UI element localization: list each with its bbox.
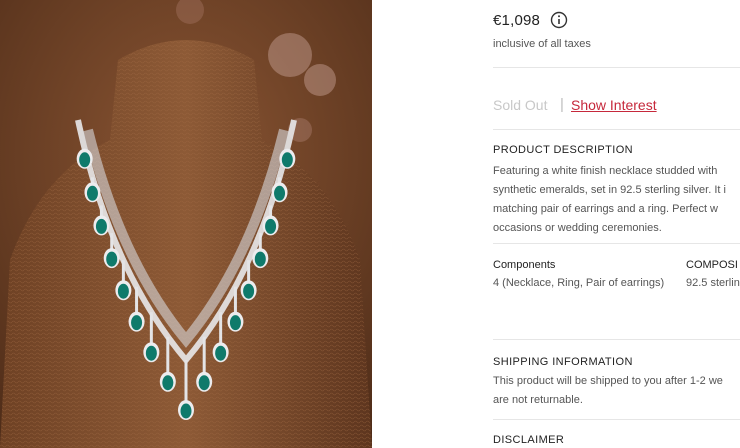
product-description-title: PRODUCT DESCRIPTION [493,144,634,156]
description-line: synthetic emeralds, set in 92.5 sterling… [493,184,726,196]
shipping-info-title: SHIPPING INFORMATION [493,356,633,368]
tax-note: inclusive of all taxes [493,38,591,50]
shipping-info-text: This product will be shipped to you afte… [493,372,723,410]
description-line: occasions or wedding ceremonies. [493,222,662,234]
product-price: €1,098 [493,12,541,29]
shipping-line: are not returnable. [493,394,583,406]
description-line: matching pair of earrings and a ring. Pe… [493,203,719,215]
separator: | [560,96,564,113]
stock-status: Sold Out [493,97,548,113]
shipping-line: This product will be shipped to you afte… [493,375,723,387]
disclaimer-title: DISCLAIMER [493,434,565,446]
product-description-text: Featuring a white finish necklace studde… [493,162,740,238]
composition-value: 92.5 sterlin [686,277,740,289]
divider [493,129,740,130]
description-line: Featuring a white finish necklace studde… [493,165,718,177]
divider [493,67,740,68]
divider [493,419,740,420]
info-icon[interactable] [550,11,568,29]
divider [493,339,740,340]
show-interest-link[interactable]: Show Interest [571,97,657,113]
divider [493,243,740,244]
product-image[interactable] [0,0,372,448]
components-label: Components [493,259,556,271]
composition-label: COMPOSI [686,259,738,271]
components-value: 4 (Necklace, Ring, Pair of earrings) [493,277,665,289]
